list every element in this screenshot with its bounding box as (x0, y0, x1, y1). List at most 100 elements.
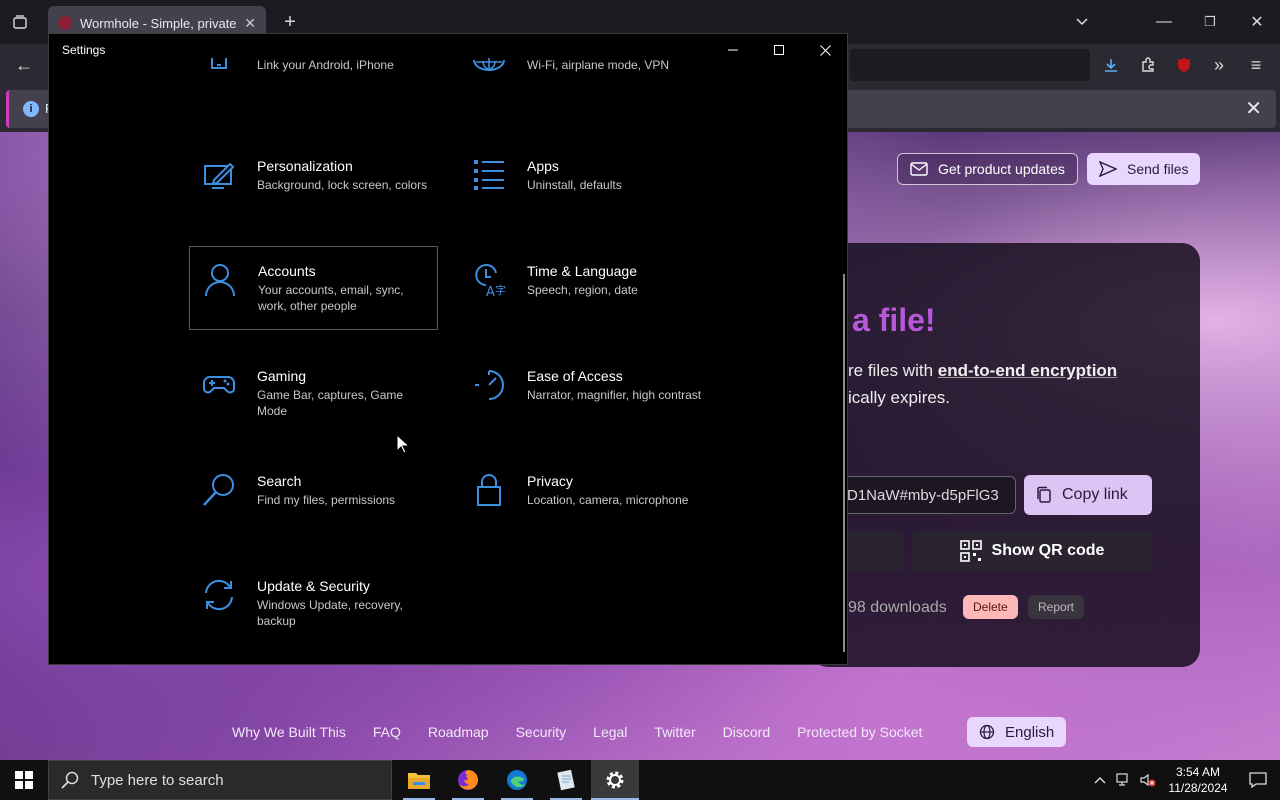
close-tab-icon[interactable]: ✕ (244, 15, 256, 32)
close-notification-icon[interactable]: ✕ (1245, 96, 1262, 121)
tile-desc: Wi-Fi, airplane mode, VPN (527, 58, 670, 72)
network-icon[interactable] (1112, 760, 1136, 800)
taskbar-settings[interactable] (591, 760, 639, 800)
firefox-icon (458, 770, 478, 790)
language-button[interactable]: English (967, 717, 1067, 747)
lock-icon (465, 471, 513, 511)
menu-icon[interactable]: ≡ (1242, 51, 1270, 79)
new-tab-icon[interactable]: + (276, 8, 304, 36)
subtitle-line-1: re files with end-to-end encryption (848, 361, 1117, 381)
tile-name: Privacy (527, 473, 573, 489)
minimize-icon[interactable] (710, 34, 756, 66)
settings-title-bar[interactable]: Settings (49, 34, 847, 66)
taskbar-file-explorer[interactable] (395, 760, 443, 800)
maximize-icon[interactable] (756, 34, 802, 66)
phone-icon (195, 56, 243, 96)
footer-link[interactable]: Twitter (654, 724, 695, 740)
folder-icon (408, 773, 430, 789)
tile-accounts[interactable]: Accounts Your accounts, email, sync, work… (189, 246, 438, 330)
taskbar-search-placeholder: Type here to search (91, 771, 224, 789)
delete-button[interactable]: Delete (963, 595, 1018, 619)
tile-network[interactable]: Wi-Fi, airplane mode, VPN (465, 56, 715, 140)
report-button[interactable]: Report (1028, 595, 1085, 619)
search-icon (195, 471, 243, 511)
apps-list-icon (465, 156, 513, 196)
ublock-icon[interactable] (1170, 51, 1198, 79)
tile-desc: Uninstall, defaults (527, 178, 622, 192)
taskbar-app-notepad[interactable] (542, 760, 590, 800)
tile-desc: Link your Android, iPhone (257, 58, 394, 72)
sync-icon (195, 576, 243, 616)
taskbar-search-box[interactable]: Type here to search (48, 760, 392, 800)
tile-desc: Speech, region, date (527, 283, 638, 297)
footer-link[interactable]: Roadmap (428, 724, 489, 740)
tab-title: Wormhole - Simple, private file (80, 15, 238, 31)
clock-date: 11/28/2024 (1168, 781, 1228, 795)
svg-text:字: 字 (495, 283, 506, 297)
start-button[interactable] (0, 760, 48, 800)
clock[interactable]: 3:54 AM 11/28/2024 (1160, 764, 1236, 796)
footer-links: Why We Built This FAQ Roadmap Security L… (232, 724, 949, 740)
overflow-icon[interactable]: » (1205, 51, 1233, 79)
tile-desc: Location, camera, microphone (527, 493, 689, 507)
show-qr-code-button[interactable]: Show QR code (912, 531, 1152, 571)
scrollbar[interactable] (843, 274, 845, 652)
svg-text:A: A (486, 285, 495, 297)
tile-privacy[interactable]: Privacy Location, camera, microphone (465, 471, 715, 555)
time-language-icon: A字 (465, 261, 513, 301)
tile-time-language[interactable]: A字 Time & Language Speech, region, date (465, 261, 715, 345)
url-bar[interactable] (850, 49, 1090, 81)
tile-desc: Your accounts, email, sync, work, other … (258, 283, 404, 313)
back-icon[interactable]: ← (10, 51, 38, 79)
taskbar-firefox[interactable] (444, 760, 492, 800)
chevron-down-icon[interactable] (1068, 8, 1096, 36)
settings-title: Settings (62, 43, 106, 57)
footer-link[interactable]: Why We Built This (232, 724, 346, 740)
send-files-label: Send files (1127, 161, 1189, 177)
taskbar-edge[interactable] (493, 760, 541, 800)
minimize-icon[interactable]: — (1150, 8, 1178, 36)
copy-link-label: Copy link (1062, 486, 1128, 503)
copy-link-button[interactable]: Copy link (1024, 475, 1152, 515)
footer-link[interactable]: Security (516, 724, 567, 740)
tile-name: Apps (527, 158, 559, 174)
notepad-icon (557, 769, 575, 791)
restore-icon[interactable]: ❐ (1196, 8, 1224, 36)
download-icon[interactable] (1097, 51, 1125, 79)
globe-icon (465, 56, 513, 96)
person-icon (196, 261, 244, 301)
send-icon (1099, 161, 1117, 177)
close-icon[interactable]: ✕ (1243, 8, 1271, 36)
encryption-link[interactable]: end-to-end encryption (938, 361, 1117, 380)
share-link-input[interactable]: D1NaW#mby-d5pFlG3 (828, 476, 1016, 514)
tab-list-icon[interactable] (6, 8, 34, 36)
footer-link[interactable]: Legal (593, 724, 627, 740)
tile-personalization[interactable]: Personalization Background, lock screen, … (195, 156, 445, 240)
tile-apps[interactable]: Apps Uninstall, defaults (465, 156, 715, 240)
close-icon[interactable] (802, 34, 847, 66)
windows-logo-icon (15, 771, 33, 789)
send-files-button[interactable]: Send files (1087, 153, 1201, 185)
info-icon: i (23, 101, 39, 117)
tile-update-security[interactable]: Update & Security Windows Update, recover… (195, 576, 445, 660)
chevron-up-icon[interactable] (1088, 760, 1112, 800)
headline: a file! (852, 302, 936, 338)
footer-link[interactable]: FAQ (373, 724, 401, 740)
language-label: English (1005, 723, 1055, 741)
tile-phone[interactable]: Link your Android, iPhone (195, 56, 445, 140)
footer-link[interactable]: Protected by Socket (797, 724, 922, 740)
globe-icon (979, 724, 995, 740)
volume-muted-icon[interactable] (1136, 760, 1160, 800)
gear-icon (606, 771, 624, 789)
footer-link[interactable]: Discord (723, 724, 770, 740)
extensions-icon[interactable] (1134, 51, 1162, 79)
tile-search[interactable]: Search Find my files, permissions (195, 471, 445, 555)
tile-name: Ease of Access (527, 368, 623, 384)
get-product-updates-button[interactable]: Get product updates (897, 153, 1078, 185)
notifications-icon[interactable] (1236, 760, 1280, 800)
show-qr-label: Show QR code (991, 542, 1105, 559)
mail-icon (910, 162, 928, 176)
tile-desc: Windows Update, recovery, backup (257, 598, 403, 628)
tile-ease-of-access[interactable]: Ease of Access Narrator, magnifier, high … (465, 366, 715, 450)
get-updates-label: Get product updates (938, 161, 1065, 177)
